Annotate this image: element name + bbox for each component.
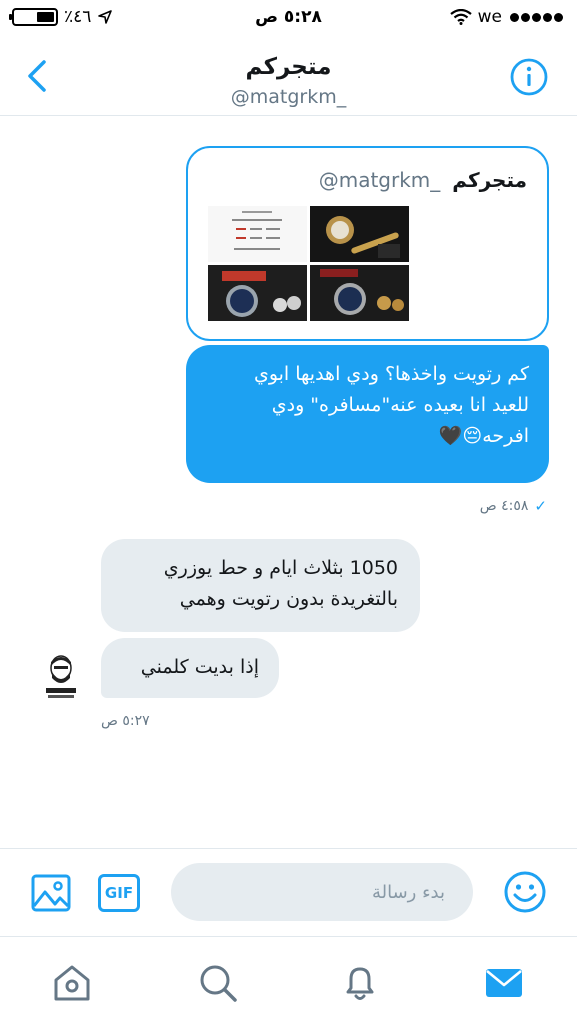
avatar[interactable] <box>40 652 82 702</box>
outgoing-message-line-1: كم رتويت واخذها؟ ودي اهديها ابوي <box>253 363 529 385</box>
emoji-icon[interactable] <box>503 870 547 914</box>
incoming-message-time: ٥:٢٧ ص <box>101 713 150 729</box>
status-right: we <box>449 7 563 27</box>
outgoing-message-line-3: افرحه😔🖤 <box>438 425 529 447</box>
shared-tweet-handle: @matgrkm_ <box>318 168 441 192</box>
incoming-message[interactable]: إذا بديت كلمني <box>101 638 279 698</box>
shared-tweet-card[interactable]: @matgrkm_ متجركم <box>186 146 549 341</box>
status-bar: ٪٤٦ ٥:٢٨ ص we <box>0 0 577 38</box>
shared-tweet-name: متجركم <box>452 168 527 192</box>
outgoing-message-line-2: للعيد انا بعيده عنه"مسافره" ودي <box>271 394 529 416</box>
messages-icon[interactable] <box>482 961 526 1005</box>
home-icon[interactable] <box>50 961 94 1005</box>
dm-conversation-screen: ٪٤٦ ٥:٢٨ ص we متجركم @matgrkm_ @matgrkm_… <box>0 0 577 1024</box>
outgoing-message[interactable]: كم رتويت واخذها؟ ودي اهديها ابوي للعيد ا… <box>186 345 549 483</box>
incoming-message-text: إذا بديت كلمني <box>140 656 259 678</box>
shared-tweet-image-grid[interactable] <box>208 206 409 321</box>
message-composer: GIF <box>0 848 577 936</box>
conversation-header: متجركم @matgrkm_ <box>0 38 577 116</box>
check-icon: ✓ <box>534 497 547 515</box>
wifi-icon <box>449 9 472 25</box>
shared-tweet-image-2[interactable] <box>310 206 409 262</box>
gif-button[interactable]: GIF <box>98 874 140 912</box>
outgoing-message-time: ٤:٥٨ ص <box>479 498 529 514</box>
tab-bar <box>0 936 577 1024</box>
signal-strength-icon <box>508 7 563 27</box>
image-icon[interactable] <box>30 873 72 913</box>
shared-tweet-image-1[interactable] <box>208 206 307 262</box>
conversation-title[interactable]: متجركم <box>0 54 577 80</box>
message-input[interactable] <box>171 863 473 921</box>
shared-tweet-image-3[interactable] <box>208 265 307 321</box>
outgoing-message-meta: ٤:٥٨ ص ✓ <box>480 497 547 515</box>
notifications-icon[interactable] <box>338 961 382 1005</box>
search-icon[interactable] <box>196 961 240 1005</box>
incoming-message-line-1: 1050 بثلاث ايام و حط يوزري <box>163 557 398 579</box>
conversation-handle: @matgrkm_ <box>230 86 347 108</box>
incoming-message[interactable]: 1050 بثلاث ايام و حط يوزري بالتغريدة بدو… <box>101 539 420 632</box>
info-icon[interactable] <box>509 57 549 97</box>
shared-tweet-image-4[interactable] <box>310 265 409 321</box>
carrier-name: we <box>477 7 502 27</box>
shared-tweet-author: @matgrkm_ متجركم <box>319 168 527 192</box>
incoming-message-line-2: بالتغريدة بدون رتويت وهمي <box>179 588 398 610</box>
